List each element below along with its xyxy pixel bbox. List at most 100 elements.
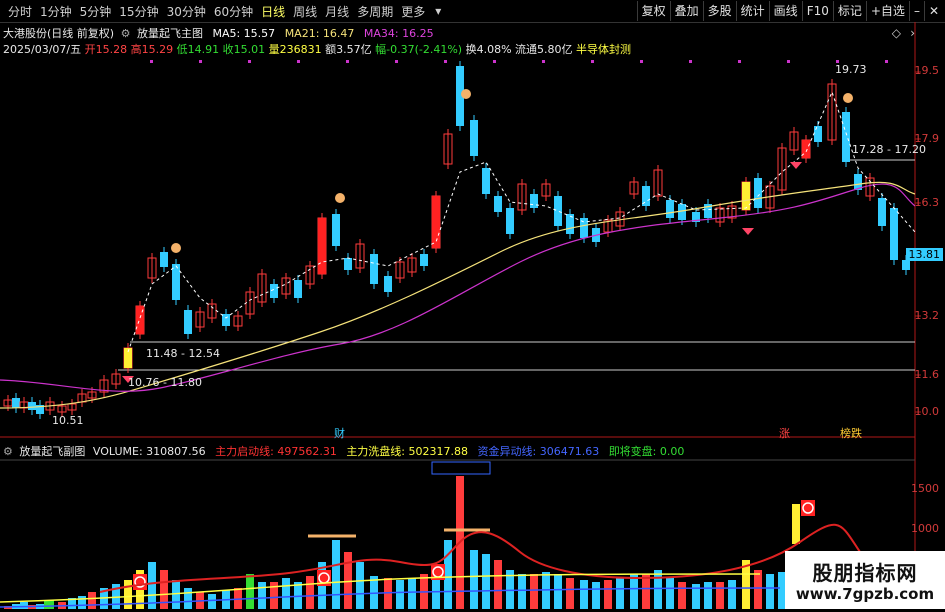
- volume-bar: [716, 582, 724, 609]
- toolbar-button[interactable]: 统计: [735, 1, 769, 21]
- volume-value: VOLUME: 310807.56: [92, 445, 206, 458]
- candle-body-down: [494, 196, 502, 212]
- top-marker: [297, 60, 300, 63]
- high-label: 高15.29: [130, 43, 174, 56]
- low-price-mark: 10.51: [52, 414, 84, 427]
- candle-body-down: [678, 204, 686, 220]
- volume-bar: [566, 578, 574, 609]
- volume-bar: [184, 588, 192, 609]
- volume-bar: [580, 580, 588, 609]
- top-marker: [787, 60, 790, 63]
- chart-canvas[interactable]: [0, 22, 945, 609]
- hand-icon: [461, 89, 471, 99]
- hand-icon: [335, 193, 345, 203]
- volume-bar: [396, 580, 404, 609]
- period-tab[interactable]: 60分钟: [210, 3, 257, 20]
- diamond-icon[interactable]: ◇: [892, 26, 901, 40]
- sub-indicator-name[interactable]: 放量起飞副图: [19, 445, 85, 458]
- list-fall-marker[interactable]: 榜跌: [840, 425, 862, 441]
- minus-icon[interactable]: –: [908, 1, 924, 21]
- volume-bar: [728, 580, 736, 609]
- sector-label[interactable]: 半导体封测: [576, 43, 631, 56]
- ma34-line: [0, 183, 916, 392]
- volume-bar: [208, 594, 216, 609]
- candle-body-down: [554, 196, 562, 226]
- toolbar-button[interactable]: 叠加: [669, 1, 703, 21]
- period-tab[interactable]: 周线: [289, 3, 321, 20]
- main-header-row: 大港股份(日线 前复权) ⚙ 放量起飞主图 MA5: 15.57 MA21: 1…: [3, 25, 434, 41]
- period-tab[interactable]: 月线: [321, 3, 353, 20]
- volume-bar: [356, 562, 364, 609]
- volume-bar: [630, 574, 638, 609]
- period-tab[interactable]: 30分钟: [163, 3, 210, 20]
- volume-bar: [592, 582, 600, 609]
- diamond-signal-icon: [742, 228, 754, 235]
- period-tab[interactable]: 分时: [4, 3, 36, 20]
- toolbar-button[interactable]: 多股: [702, 1, 736, 21]
- candle-body-down: [754, 178, 762, 208]
- volume-bar: [258, 582, 266, 609]
- top-marker: [885, 60, 888, 63]
- volume-bar: [642, 574, 650, 609]
- quote-row: 2025/03/07/五 开15.28 高15.29 低14.91 收15.01…: [3, 41, 631, 57]
- float-label: 流通5.80亿: [515, 43, 573, 56]
- abnormal-line-value: 资金异动线: 306471.63: [477, 445, 600, 458]
- amount-label: 额3.57亿: [325, 43, 372, 56]
- volume-bar: [554, 574, 562, 609]
- volume-bar: [344, 552, 352, 609]
- settings-icon[interactable]: ⚙: [121, 27, 131, 40]
- watermark-url: www.7gpzb.com: [795, 585, 935, 603]
- volume-bar: [88, 592, 96, 609]
- volume-tick: 1000: [911, 522, 939, 535]
- volume-bar: [616, 578, 624, 609]
- rise-marker[interactable]: 涨: [779, 425, 790, 441]
- candle-body-down: [184, 310, 192, 334]
- finance-marker[interactable]: 财: [334, 425, 345, 441]
- candle-body-down: [332, 214, 340, 246]
- close-label: 收15.01: [222, 43, 266, 56]
- toolbar-button[interactable]: 复权: [636, 1, 670, 21]
- toolbar-button[interactable]: +自选: [865, 1, 909, 21]
- settings-icon[interactable]: ⚙: [3, 445, 13, 458]
- volume-bar: [470, 550, 478, 609]
- signal-candle: [432, 196, 440, 248]
- hand-icon: [171, 243, 181, 253]
- volume-bar: [332, 540, 340, 609]
- candle-body-down: [294, 280, 302, 298]
- top-marker: [248, 60, 251, 63]
- signal-box: [431, 461, 491, 475]
- period-tab[interactable]: 1分钟: [36, 3, 76, 20]
- more-dropdown-icon[interactable]: ▾: [435, 4, 441, 18]
- price-tick: 10.0: [914, 405, 940, 418]
- main-indicator-name[interactable]: 放量起飞主图: [137, 27, 203, 40]
- close-icon[interactable]: ✕: [923, 1, 943, 21]
- volume-label: 量236831: [268, 43, 322, 56]
- stock-name[interactable]: 大港股份(日线 前复权): [3, 27, 114, 40]
- volume-bar: [494, 560, 502, 609]
- candle-body-down: [878, 198, 886, 226]
- scroll-right-icon[interactable]: ›: [910, 26, 915, 40]
- toolbar-button[interactable]: 画线: [768, 1, 802, 21]
- toolbar-button[interactable]: F10: [801, 1, 833, 21]
- top-marker: [640, 60, 643, 63]
- price-tick: 16.3: [914, 196, 940, 209]
- period-tab[interactable]: 更多: [397, 3, 429, 20]
- candle-body-down: [384, 276, 392, 292]
- high-price-mark: 19.73: [835, 63, 867, 76]
- period-tab[interactable]: 15分钟: [115, 3, 162, 20]
- volume-bar: [408, 578, 416, 609]
- period-tab[interactable]: 多周期: [353, 3, 397, 20]
- candle-body-down: [160, 252, 168, 267]
- watermark-title: 股朋指标网: [812, 561, 918, 585]
- volume-bar: [654, 570, 662, 609]
- toolbar-button[interactable]: 标记: [832, 1, 866, 21]
- volume-bar: [704, 582, 712, 609]
- top-marker: [395, 60, 398, 63]
- period-tab[interactable]: 日线: [257, 3, 289, 20]
- period-tab[interactable]: 5分钟: [76, 3, 116, 20]
- volume-bar: [482, 554, 490, 609]
- volume-tick: 1500: [911, 482, 939, 495]
- wash-line-value: 主力洗盘线: 502317.88: [346, 445, 468, 458]
- candle-body-down: [482, 168, 490, 194]
- kline-chart[interactable]: 大港股份(日线 前复权) ⚙ 放量起飞主图 MA5: 15.57 MA21: 1…: [0, 22, 945, 609]
